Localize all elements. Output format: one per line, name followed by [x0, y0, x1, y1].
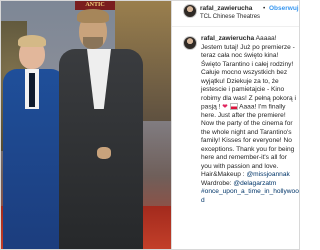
mention-hair-makeup[interactable]: @missjoannak: [246, 171, 289, 178]
mention-wardrobe[interactable]: @delagarzatm: [233, 180, 276, 187]
person-left-tie: [29, 73, 35, 107]
person-right-beard: [83, 37, 103, 49]
post-photo[interactable]: ANTIC: [1, 1, 171, 249]
post-sidebar: rafal_zawierucha • Obserwuj TCL Chinese …: [171, 1, 299, 249]
instagram-post-embed: ANTIC rafal_zawierucha • Obserwuj TCL Ch…: [0, 0, 300, 250]
hashtag-link[interactable]: #once_upon_a_time_in_hollywood: [201, 188, 299, 204]
caption-comment: rafal_zawierucha Aaaaa! Jestem tutaj! Ju…: [172, 26, 299, 249]
follow-button[interactable]: Obserwuj: [269, 5, 299, 12]
location-link[interactable]: TCL Chinese Theatres: [200, 14, 260, 20]
caption-avatar[interactable]: [183, 36, 197, 50]
person-left-hair: [18, 35, 46, 47]
post-header: rafal_zawierucha • Obserwuj TCL Chinese …: [172, 1, 299, 27]
separator-dot: •: [263, 5, 266, 12]
header-username[interactable]: rafal_zawierucha: [200, 5, 252, 12]
heart-emoji: ❤: [222, 103, 228, 111]
person-right-hair: [77, 9, 109, 23]
person-right-hand: [97, 147, 111, 159]
avatar[interactable]: [183, 4, 197, 18]
caption-username[interactable]: rafal_zawierucha: [201, 35, 254, 42]
caption-text-part2: Aaaa! I'm finally here. Just after the p…: [201, 103, 295, 179]
caption-text-part3: Wardrobe:: [201, 179, 234, 187]
poland-flag-icon: [229, 103, 238, 110]
caption-text: rafal_zawierucha Aaaaa! Jestem tutaj! Ju…: [201, 35, 299, 205]
caption-text-part1: Aaaaa! Jestem tutaj! Już po premierze - …: [201, 35, 296, 111]
